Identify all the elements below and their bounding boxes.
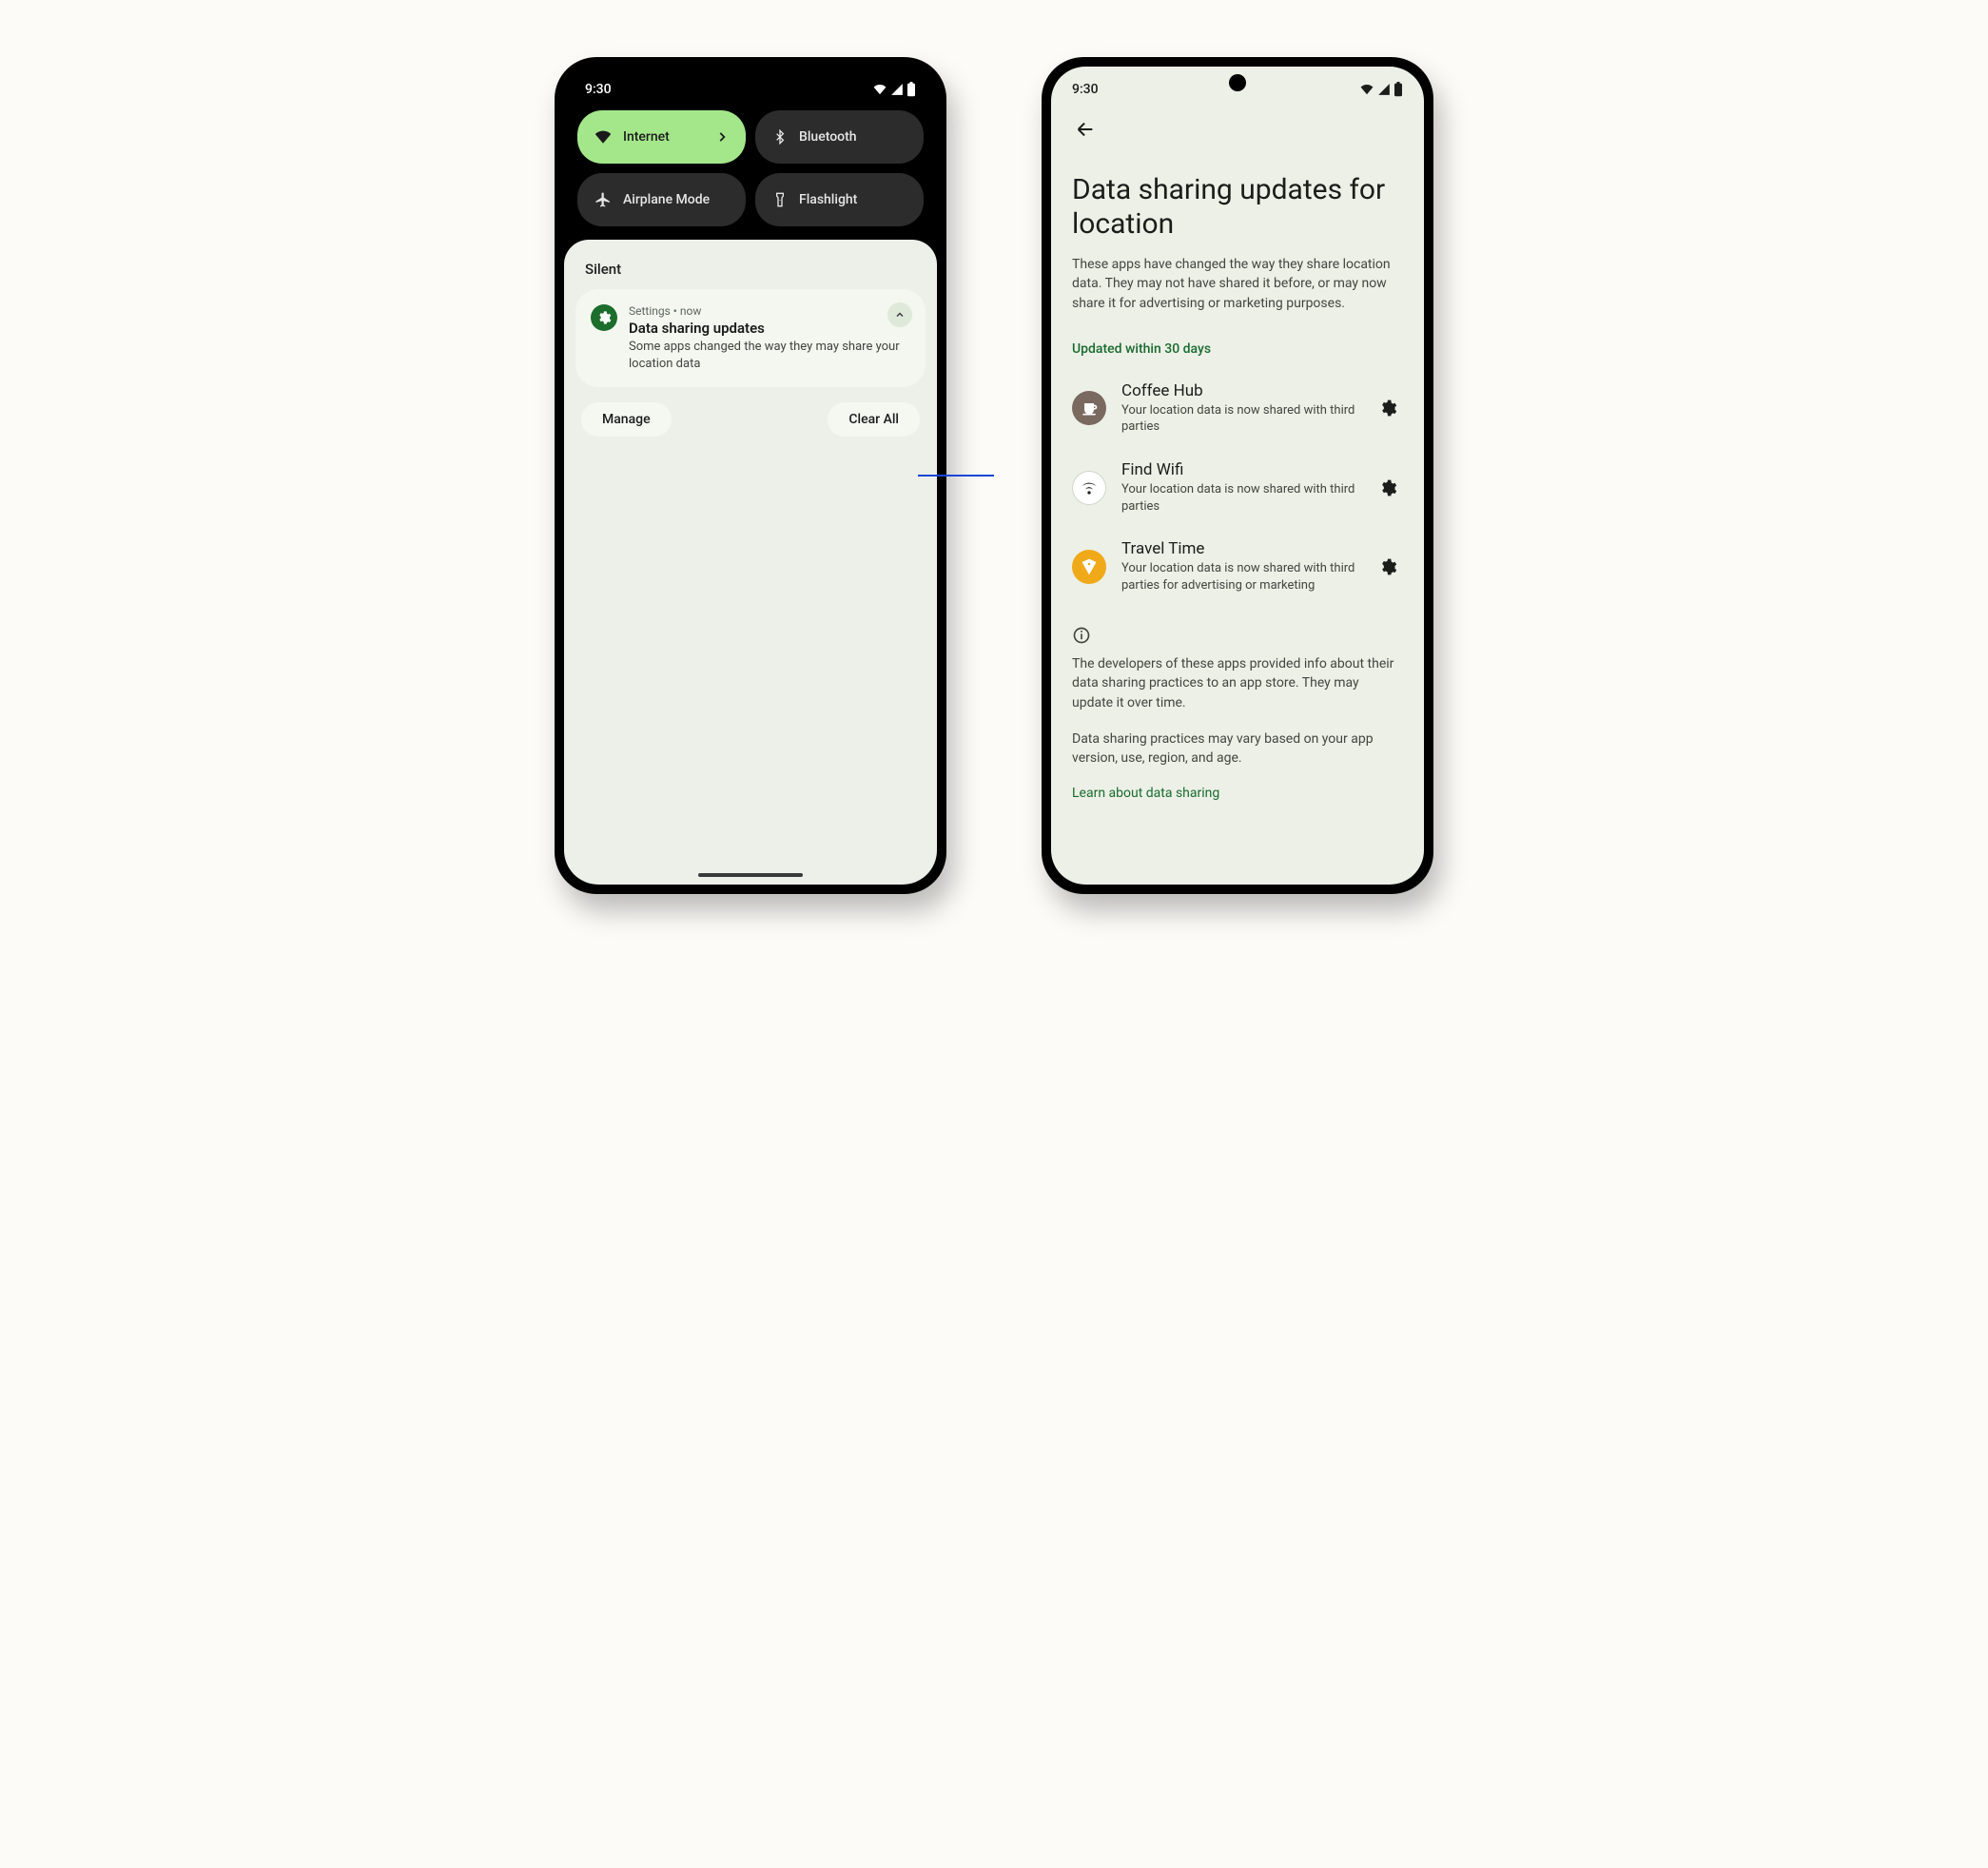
bluetooth-icon [772,129,788,145]
signal-icon [1376,83,1392,96]
notification-card[interactable]: Settings • now Data sharing updates Some… [575,289,926,387]
notification-app-name: Settings [629,304,671,318]
app-settings-button[interactable] [1373,552,1403,582]
info-paragraph-2: Data sharing practices may vary based on… [1072,730,1403,769]
app-row[interactable]: Coffee Hub Your location data is now shar… [1072,381,1403,436]
app-name: Find Wifi [1121,460,1357,479]
gear-icon [1378,557,1397,576]
tag-app-icon [1072,550,1106,584]
manage-button[interactable]: Manage [581,402,672,437]
chevron-up-icon [894,309,906,321]
notification-title: Data sharing updates [629,320,910,337]
app-text: Travel Time Your location data is now sha… [1121,539,1357,593]
qs-internet-label: Internet [623,129,670,145]
app-name: Coffee Hub [1121,381,1357,400]
airplane-icon [594,191,612,208]
wifi-app-icon [1072,471,1106,505]
wifi-icon [1359,83,1374,96]
notification-collapse-button[interactable] [887,302,912,327]
app-text: Coffee Hub Your location data is now shar… [1121,381,1357,436]
app-bar [1051,105,1424,146]
notification-meta: Settings • now [629,304,910,318]
page-description: These apps have changed the way they sha… [1072,255,1403,313]
qs-airplane-tile[interactable]: Airplane Mode [577,173,746,226]
phone-right-screen: 9:30 Data sharing updates for location T… [1051,67,1424,885]
settings-app-icon [591,304,617,331]
notification-body: Settings • now Data sharing updates Some… [629,304,910,372]
section-label: Updated within 30 days [1072,341,1403,357]
clear-all-button[interactable]: Clear All [828,402,920,437]
learn-link[interactable]: Learn about data sharing [1072,786,1403,801]
shade-actions: Manage Clear All [575,387,926,437]
wifi-icon [872,83,887,96]
app-subtitle: Your location data is now shared with th… [1121,481,1357,515]
app-text: Find Wifi Your location data is now share… [1121,460,1357,515]
qs-airplane-label: Airplane Mode [623,192,710,207]
battery-icon [906,82,916,97]
notification-time: now [680,304,702,318]
app-subtitle: Your location data is now shared with th… [1121,402,1357,436]
status-time: 9:30 [585,82,612,97]
chevron-right-icon [715,130,729,144]
app-settings-button[interactable] [1373,393,1403,423]
gear-icon [1378,478,1397,497]
app-row[interactable]: Travel Time Your location data is now sha… [1072,539,1403,593]
transition-arrow [956,466,1032,485]
notification-shade: Silent Settings • now Data sharing updat… [564,240,937,885]
silent-section-label: Silent [575,257,926,289]
status-icons [872,82,916,97]
coffee-app-icon [1072,391,1106,425]
status-time: 9:30 [1072,82,1099,97]
app-subtitle: Your location data is now shared with th… [1121,560,1357,593]
page-title: Data sharing updates for location [1072,173,1403,242]
arrow-back-icon [1075,119,1096,140]
status-icons [1359,82,1403,97]
navigation-handle[interactable] [698,873,803,877]
quick-settings: Internet Bluetooth Airplane Mode Flashli… [564,105,937,240]
front-camera [1229,74,1246,91]
app-row[interactable]: Find Wifi Your location data is now share… [1072,460,1403,515]
wifi-icon [594,128,612,146]
gear-icon [596,310,612,325]
info-block: The developers of these apps provided in… [1072,626,1403,800]
info-paragraph-1: The developers of these apps provided in… [1072,654,1403,712]
status-bar: 9:30 [564,67,937,105]
phone-left-screen: 9:30 Internet Bluetooth [564,67,937,885]
phone-right: 9:30 Data sharing updates for location T… [1042,57,1433,894]
battery-icon [1394,82,1403,97]
phone-left: 9:30 Internet Bluetooth [555,57,946,894]
flashlight-icon [772,192,788,207]
signal-icon [889,83,905,96]
gear-icon [1378,399,1397,418]
info-icon [1072,626,1403,645]
qs-bluetooth-label: Bluetooth [799,129,857,145]
qs-flashlight-label: Flashlight [799,192,857,207]
app-name: Travel Time [1121,539,1357,558]
qs-bluetooth-tile[interactable]: Bluetooth [755,110,924,164]
qs-internet-tile[interactable]: Internet [577,110,746,164]
notification-text: Some apps changed the way they may share… [629,339,910,372]
qs-flashlight-tile[interactable]: Flashlight [755,173,924,226]
app-settings-button[interactable] [1373,473,1403,503]
page-content: Data sharing updates for location These … [1051,146,1424,860]
back-button[interactable] [1068,112,1102,146]
